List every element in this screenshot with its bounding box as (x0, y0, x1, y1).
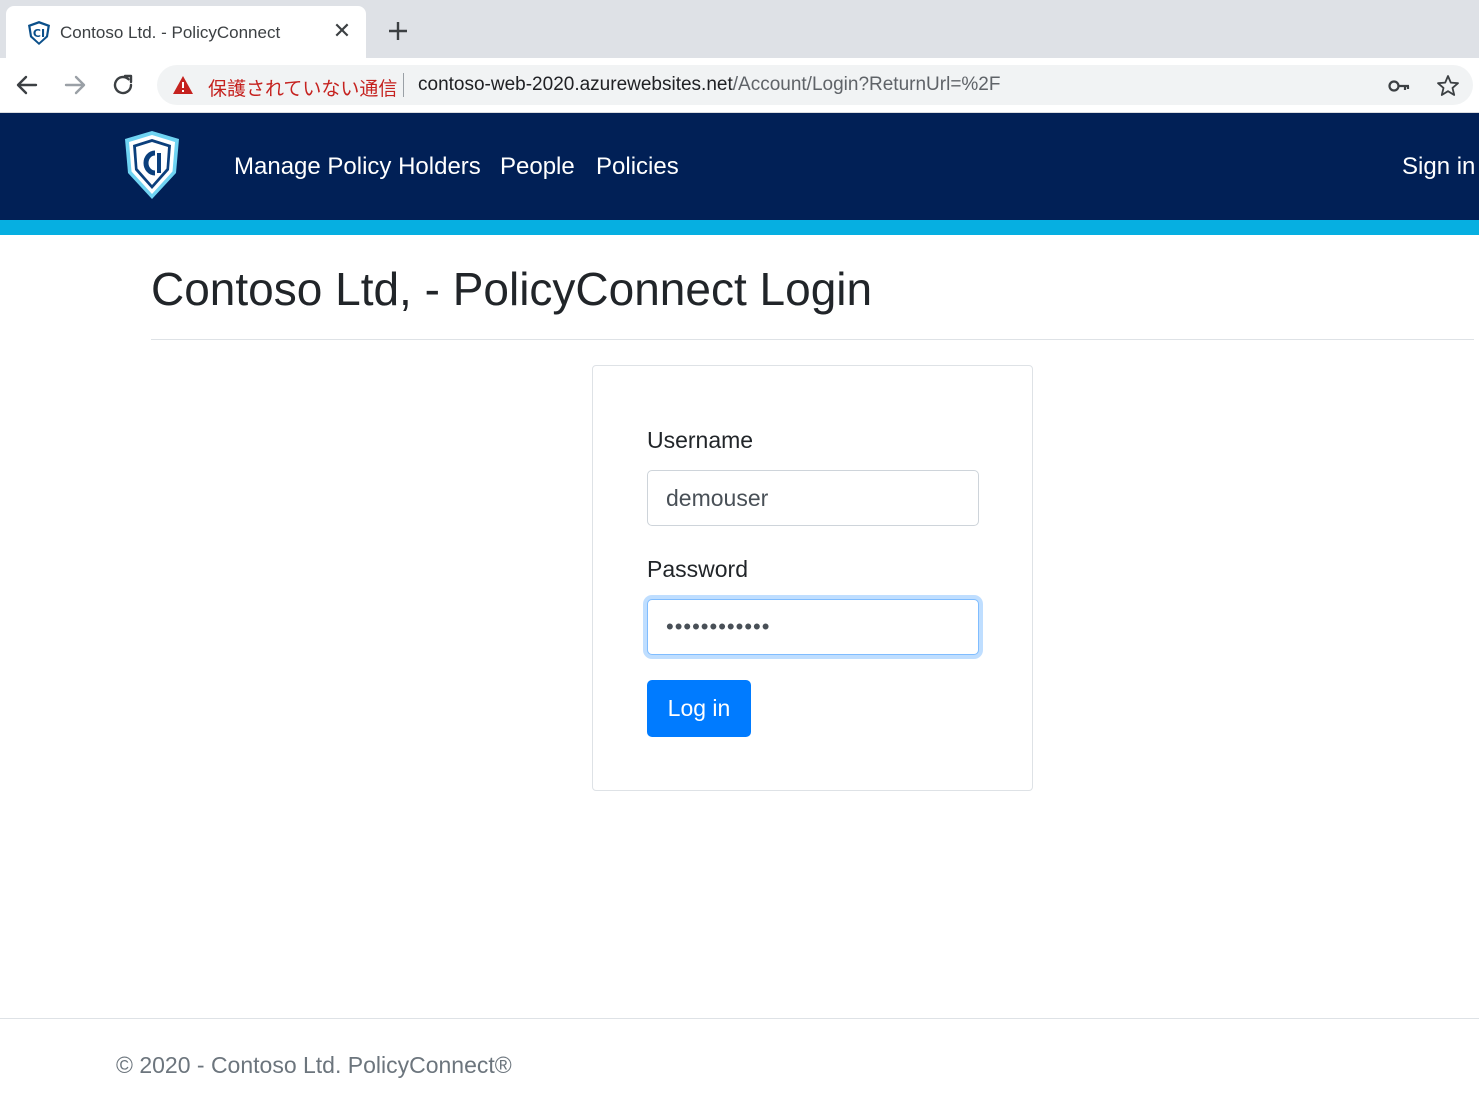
sign-in-link[interactable]: Sign in (1402, 153, 1475, 181)
url-text[interactable]: contoso-web-2020.azurewebsites.net/Accou… (418, 74, 1000, 96)
site-navbar: Manage Policy Holders People Policies Si… (0, 113, 1479, 220)
omnibox-separator (403, 73, 404, 97)
svg-text:CI: CI (33, 27, 45, 40)
password-label: Password (647, 556, 748, 582)
url-path: /Account/Login?ReturnUrl=%2F (732, 74, 1001, 95)
close-tab-icon[interactable]: ✕ (329, 18, 355, 44)
key-icon[interactable] (1387, 74, 1411, 98)
navbar-accent-stripe (0, 220, 1479, 235)
nav-link-policies[interactable]: Policies (596, 153, 679, 181)
password-input[interactable] (647, 599, 979, 655)
warning-icon[interactable] (172, 75, 194, 95)
reload-icon[interactable] (107, 69, 139, 101)
arrow-left-icon[interactable] (11, 69, 43, 101)
nav-link-manage-policy-holders[interactable]: Manage Policy Holders (234, 153, 481, 181)
tab-title: Contoso Ltd. - PolicyConnect (60, 23, 281, 42)
security-warning-text[interactable]: 保護されていない通信 (208, 74, 397, 101)
title-divider (151, 339, 1474, 340)
log-in-button[interactable]: Log in (647, 680, 751, 737)
username-label: Username (647, 427, 754, 453)
shield-logo-icon: CI (28, 21, 50, 45)
page-title: Contoso Ltd, - PolicyConnect Login (151, 263, 873, 315)
browser-toolbar: 保護されていない通信 contoso-web-2020.azurewebsite… (0, 58, 1479, 113)
username-input[interactable] (647, 470, 979, 526)
browser-tabstrip: CI Contoso Ltd. - PolicyConnect ✕ (0, 0, 1479, 58)
browser-tab[interactable]: CI Contoso Ltd. - PolicyConnect ✕ (6, 6, 366, 58)
login-form: Username Password Log in (592, 365, 1033, 791)
footer-divider (0, 1018, 1479, 1019)
footer-copyright: © 2020 - Contoso Ltd. PolicyConnect® (116, 1052, 512, 1078)
star-icon[interactable] (1435, 73, 1461, 99)
nav-link-people[interactable]: People (500, 153, 575, 181)
url-host: contoso-web-2020.azurewebsites.net (418, 74, 733, 95)
address-bar[interactable]: 保護されていない通信 contoso-web-2020.azurewebsite… (157, 65, 1473, 105)
shield-logo-icon[interactable] (122, 129, 182, 201)
arrow-right-icon[interactable] (59, 69, 91, 101)
plus-icon[interactable] (383, 16, 413, 46)
